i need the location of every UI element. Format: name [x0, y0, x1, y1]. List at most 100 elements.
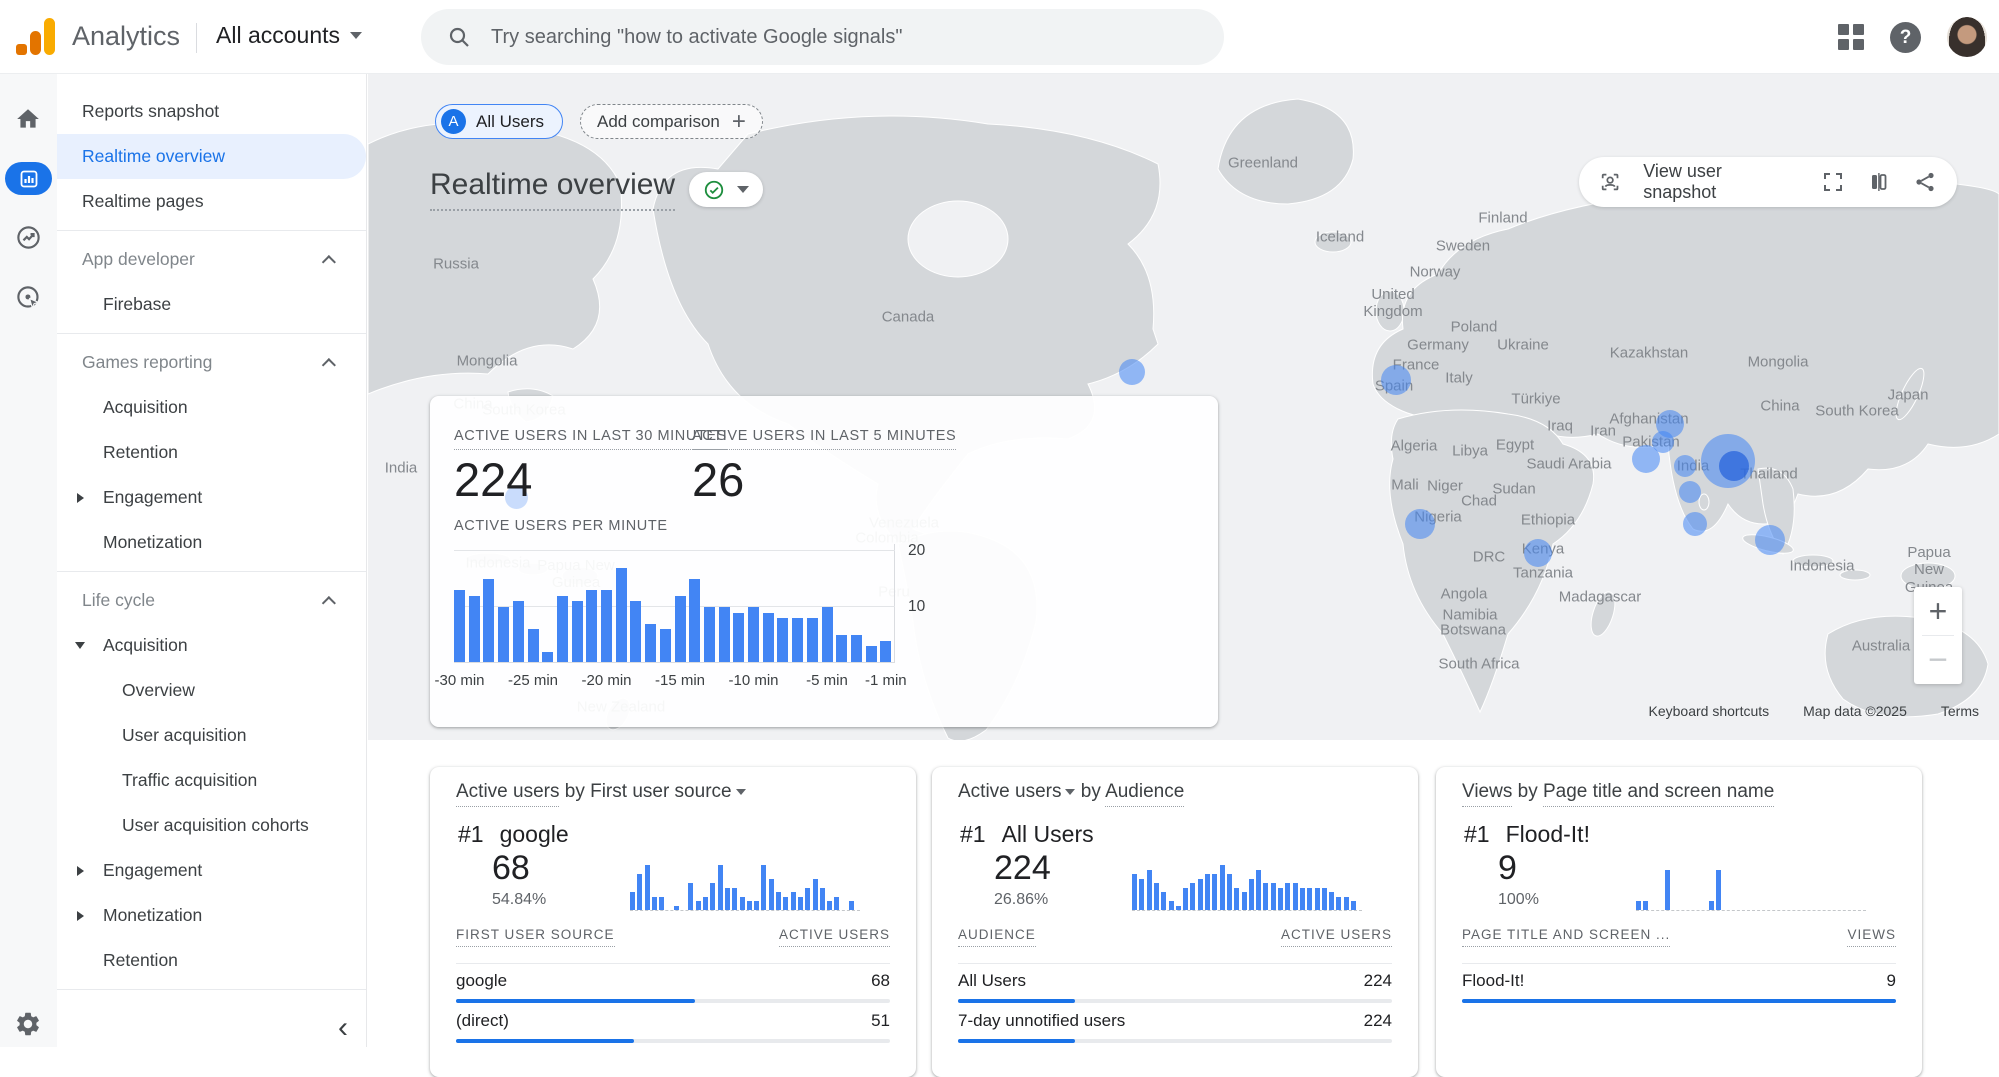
active-user-dot [1652, 431, 1674, 453]
explore-icon[interactable] [13, 222, 43, 252]
chart-bar [777, 618, 788, 663]
card-header-part[interactable]: Audience [1105, 781, 1184, 807]
sidebar-item-traffic-acquisition[interactable]: Traffic acquisition [57, 758, 366, 803]
sidebar-item-engagement[interactable]: Engagement [57, 848, 366, 893]
map-country-label: China [1760, 397, 1799, 414]
page-title: Realtime overview [430, 168, 675, 211]
sidebar-item-retention[interactable]: Retention [57, 938, 366, 983]
main-content: RussiaMongoliaChinaSouth KoreaIndiaIndon… [368, 74, 1999, 1047]
sidebar-item-overview[interactable]: Overview [57, 668, 366, 713]
all-users-chip[interactable]: A All Users [435, 104, 563, 139]
sparkline-bar [1285, 883, 1290, 910]
sparkline-bar [1300, 888, 1305, 911]
top-item-line: #1All Users [960, 821, 1094, 848]
sidebar-item-acquisition[interactable]: Acquisition [57, 623, 366, 668]
keyboard-shortcuts-link[interactable]: Keyboard shortcuts [1649, 703, 1770, 719]
map-country-label: Algeria [1391, 437, 1438, 454]
card-header: Active users by Audience [958, 781, 1184, 803]
chart-bar [689, 579, 700, 663]
rank-label: #1 [1464, 821, 1490, 847]
card-header-part[interactable]: Page title and screen name [1543, 781, 1774, 807]
top-item-line: #1google [458, 821, 569, 848]
report-status-pill[interactable] [689, 172, 763, 207]
reports-icon-selected[interactable] [5, 162, 52, 195]
table-row-bar-track [958, 999, 1392, 1003]
help-icon[interactable]: ? [1890, 22, 1921, 53]
sidebar-section-games-reporting[interactable]: Games reporting [57, 340, 366, 385]
sidebar-item-retention[interactable]: Retention [57, 430, 366, 475]
table-col1-header[interactable]: AUDIENCE [958, 927, 1036, 947]
map-terms-link[interactable]: Terms [1941, 703, 1979, 719]
compare-columns-icon[interactable] [1867, 170, 1891, 194]
apps-grid-icon[interactable] [1838, 24, 1864, 50]
sidebar-item-realtime-pages[interactable]: Realtime pages [57, 179, 366, 224]
sparkline-bar [1315, 888, 1320, 911]
home-icon[interactable] [13, 104, 43, 134]
table-col1-header[interactable]: PAGE TITLE AND SCREEN ... [1462, 927, 1670, 947]
map-country-label: Greenland [1228, 154, 1298, 171]
sidebar-item-engagement[interactable]: Engagement [57, 475, 366, 520]
map-zoom-in-button[interactable]: + [1914, 587, 1962, 635]
table-row-bar-track [456, 999, 890, 1003]
sidebar-item-acquisition[interactable]: Acquisition [57, 385, 366, 430]
map-zoom-out-button[interactable]: − [1914, 636, 1962, 684]
rank-label: #1 [458, 821, 484, 847]
sparkline-bar [1643, 901, 1648, 910]
table-row-bar-fill [456, 999, 695, 1003]
add-comparison-chip[interactable]: Add comparison + [580, 104, 763, 139]
admin-gear-icon[interactable] [13, 1009, 43, 1039]
sidebar-item-reports-snapshot[interactable]: Reports snapshot [57, 89, 366, 134]
active-users-5min-value: 26 [692, 452, 744, 507]
share-icon[interactable] [1913, 170, 1937, 194]
sidebar-section-app-developer[interactable]: App developer [57, 237, 366, 282]
sidebar-item-realtime-overview[interactable]: Realtime overview [57, 134, 366, 179]
map-country-label: Angola [1441, 585, 1488, 602]
table-col1-header[interactable]: FIRST USER SOURCE [456, 927, 615, 947]
sidebar-section-life-cycle[interactable]: Life cycle [57, 578, 366, 623]
chart-bar [880, 641, 891, 663]
account-selector[interactable]: All accounts [216, 22, 362, 49]
y-axis-tick-label: 10 [908, 598, 925, 616]
table-col2-header[interactable]: VIEWS [1847, 927, 1896, 947]
sparkline-bar [1227, 874, 1232, 910]
card-header-part[interactable]: Active users [958, 781, 1061, 802]
sidebar-item-user-acquisition[interactable]: User acquisition [57, 713, 366, 758]
map-country-label: Russia [433, 255, 479, 272]
collapse-sidebar-button[interactable]: ‹ [338, 1011, 348, 1045]
card-header-part[interactable]: Views [1462, 781, 1512, 807]
comparison-badge: A [441, 109, 466, 134]
sidebar-item-monetization[interactable]: Monetization [57, 520, 366, 565]
sparkline-baseline [630, 910, 860, 911]
table-row-bar-track [1462, 999, 1896, 1003]
map-country-label: Australia [1852, 637, 1910, 654]
map-country-label: South Korea [1815, 402, 1898, 419]
chart-bar [630, 601, 641, 663]
table-header-row: PAGE TITLE AND SCREEN ... VIEWS [1462, 927, 1896, 947]
table-col2-header[interactable]: ACTIVE USERS [779, 927, 890, 947]
sidebar-item-firebase[interactable]: Firebase [57, 282, 366, 327]
sidebar-item-monetization[interactable]: Monetization [57, 893, 366, 938]
chevron-down-icon [737, 186, 749, 193]
fullscreen-icon[interactable] [1821, 170, 1845, 194]
analytics-logo-icon[interactable] [16, 17, 58, 57]
view-user-snapshot-button[interactable]: View user snapshot [1643, 161, 1777, 203]
card-header-part[interactable]: First user source [590, 781, 731, 802]
chevron-down-icon[interactable] [736, 789, 746, 795]
table-divider [456, 963, 890, 964]
sidebar-divider [57, 333, 366, 334]
map-zoom-control: + − [1914, 587, 1962, 684]
advertising-icon[interactable] [13, 282, 43, 312]
search-bar[interactable] [421, 9, 1224, 65]
card-header-part[interactable]: Active users [456, 781, 559, 807]
active-user-dot [1381, 365, 1411, 395]
user-avatar[interactable] [1947, 17, 1987, 57]
table-row-name: 7-day unnotified users [958, 1011, 1125, 1031]
search-input[interactable] [491, 26, 1171, 49]
table-col2-header[interactable]: ACTIVE USERS [1281, 927, 1392, 947]
sparkline-bar [1271, 883, 1276, 910]
active-user-dot [1679, 481, 1701, 503]
table-row-name: (direct) [456, 1011, 509, 1031]
map-country-label: Saudi Arabia [1526, 455, 1611, 472]
sidebar-item-user-acquisition-cohorts[interactable]: User acquisition cohorts [57, 803, 366, 848]
chevron-down-icon[interactable] [1065, 789, 1075, 795]
